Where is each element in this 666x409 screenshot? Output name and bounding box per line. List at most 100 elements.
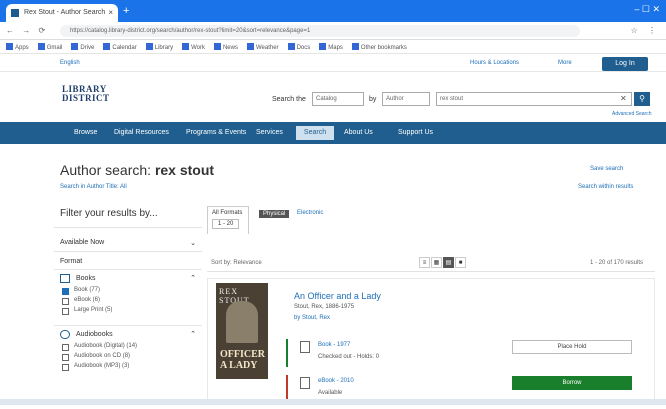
page-title: Author search: rex stout xyxy=(60,162,214,178)
tab-all-label: All Formats xyxy=(212,210,243,216)
bookmark-item[interactable]: Docs xyxy=(287,43,310,51)
search-subtitle[interactable]: Search in Author Title: All xyxy=(60,184,127,190)
hours-link[interactable]: Hours & Locations xyxy=(470,60,519,66)
filter-option[interactable]: Audiobook (MP3) (3) xyxy=(54,363,202,373)
catalog-select[interactable]: Catalog xyxy=(312,92,364,106)
bookmark-item[interactable]: Weather xyxy=(246,43,279,51)
tab-close-icon[interactable]: × xyxy=(108,8,113,17)
tab-physical[interactable]: Physical xyxy=(259,210,290,218)
login-button[interactable]: Log In xyxy=(602,57,648,71)
language-link[interactable]: English xyxy=(60,60,80,66)
search-type-select[interactable]: Author xyxy=(382,92,430,106)
save-search-link[interactable]: Save search xyxy=(590,166,623,172)
cover-title-line-2: A LADY xyxy=(220,360,258,371)
compact-view-icon[interactable]: ■ xyxy=(455,257,466,268)
filter-option[interactable]: eBook (6) xyxy=(54,297,202,307)
place-hold-button[interactable]: Place Hold xyxy=(512,340,632,354)
bookmarks-bar: Apps Gmail Drive Calendar Library Work News Wea… xyxy=(0,40,666,54)
advanced-search-link[interactable]: Advanced Search xyxy=(612,111,651,117)
bookmark-item[interactable]: Gmail xyxy=(37,43,62,51)
bookmark-icon xyxy=(6,43,13,50)
option-label: Audiobook (MP3) (3) xyxy=(74,363,130,369)
format-label[interactable]: Book - 1977 xyxy=(318,342,350,348)
search-result-item: REX STOUT OFFICER A LADY An Officer and … xyxy=(207,278,655,405)
format-status: Available xyxy=(318,390,343,396)
grid-view-icon[interactable]: ▦ xyxy=(431,257,442,268)
bookmark-icon xyxy=(213,43,221,50)
nav-item-about[interactable]: About Us xyxy=(344,129,373,136)
checkbox[interactable] xyxy=(62,354,69,361)
checkbox[interactable] xyxy=(62,298,69,305)
nav-item-services[interactable]: Services xyxy=(256,129,283,136)
window-controls[interactable]: – ☐ ✕ xyxy=(634,4,660,15)
borrow-button[interactable]: Borrow xyxy=(512,376,632,390)
list-view-icon[interactable]: ≡ xyxy=(419,257,430,268)
sort-select[interactable]: Sort by: Relevance xyxy=(211,260,262,266)
checkbox[interactable] xyxy=(62,364,69,371)
checkbox[interactable] xyxy=(62,288,69,295)
filter-option[interactable]: Audiobook (Digital) (14) xyxy=(54,343,202,353)
bookmark-icon xyxy=(37,43,45,50)
nav-item-browse[interactable]: Browse xyxy=(74,129,97,136)
option-label: eBook (6) xyxy=(74,297,101,303)
bookmark-item[interactable]: Apps xyxy=(6,43,29,51)
nav-item-search[interactable]: Search xyxy=(296,126,334,140)
pagination[interactable]: 1 - 20 of 170 results xyxy=(590,260,643,266)
filter-option[interactable]: Book (77) xyxy=(54,287,202,297)
bookmark-item[interactable]: Library xyxy=(145,43,173,51)
result-author[interactable]: Stout, Rex, 1886-1975 xyxy=(294,304,354,310)
nav-item-digital[interactable]: Digital Resources xyxy=(114,129,169,136)
available-filter[interactable]: Available Now ⌄ xyxy=(54,236,202,252)
cover-figure xyxy=(226,301,258,343)
bookmark-item[interactable]: News xyxy=(213,43,238,51)
bookmark-item[interactable]: Other bookmarks xyxy=(351,43,407,51)
browser-tab-strip: Rex Stout - Author Search × + – ☐ ✕ xyxy=(0,0,666,22)
library-logo[interactable]: LIBRARY DISTRICT xyxy=(62,85,122,111)
format-group-books[interactable]: Books ⌃ xyxy=(54,269,202,287)
format-group-audiobooks[interactable]: Audiobooks ⌃ xyxy=(54,325,202,343)
nav-item-programs[interactable]: Programs & Events xyxy=(186,129,246,136)
bookmark-icon xyxy=(145,43,153,50)
view-toggle: ≡ ▦ ▤ ■ xyxy=(419,257,467,268)
logo-line-2: DISTRICT xyxy=(62,93,110,103)
cover-title-line-1: OFFICER xyxy=(220,349,265,360)
bookmark-item[interactable]: Maps xyxy=(319,43,343,51)
tab-all-formats[interactable]: All Formats 1 - 20 xyxy=(207,206,249,234)
filter-option[interactable]: Audiobook on CD (8) xyxy=(54,353,202,363)
bookmark-icon xyxy=(319,43,327,50)
result-title[interactable]: An Officer and a Lady xyxy=(294,291,381,301)
result-series-link[interactable]: by Stout, Rex xyxy=(294,315,330,321)
search-label: Search the xyxy=(272,96,306,103)
group-label: Audiobooks xyxy=(76,331,113,338)
browser-tab[interactable]: Rex Stout - Author Search × xyxy=(6,4,118,22)
checkbox[interactable] xyxy=(62,308,69,315)
availability-bar xyxy=(286,339,288,367)
more-link[interactable]: More xyxy=(558,60,572,66)
format-status: Checked out - Holds: 0 xyxy=(318,354,380,360)
tab-title: Rex Stout - Author Search xyxy=(24,9,106,16)
tab-electronic[interactable]: Electronic xyxy=(297,210,323,216)
option-label: Large Print (5) xyxy=(74,307,113,313)
format-label[interactable]: eBook - 2010 xyxy=(318,378,354,384)
search-within-link[interactable]: Search within results xyxy=(578,184,633,190)
bookmark-item[interactable]: Work xyxy=(182,43,205,51)
status-bar xyxy=(0,399,666,405)
nav-buttons-icon[interactable]: ← → ⟳ xyxy=(6,26,48,35)
nav-item-support[interactable]: Support Us xyxy=(398,129,433,136)
filter-option[interactable]: Large Print (5) xyxy=(54,307,202,317)
book-cover[interactable]: REX STOUT OFFICER A LADY xyxy=(216,283,268,379)
checkbox[interactable] xyxy=(62,344,69,351)
extension-icons[interactable]: ☆ ⋮ xyxy=(631,26,660,35)
search-input[interactable]: rex stout xyxy=(436,92,632,106)
chevron-down-icon: ⌄ xyxy=(190,240,196,247)
new-tab-icon[interactable]: + xyxy=(123,5,129,17)
table-view-icon[interactable]: ▤ xyxy=(443,257,454,268)
headphones-icon xyxy=(60,330,70,339)
search-button[interactable]: ⚲ xyxy=(634,92,650,106)
bookmark-item[interactable]: Drive xyxy=(71,43,94,51)
ebook-format-icon xyxy=(300,377,310,389)
bookmark-icon xyxy=(182,43,190,50)
bookmark-item[interactable]: Calendar xyxy=(103,43,137,51)
clear-search-icon[interactable]: ✕ xyxy=(620,94,627,103)
url-field[interactable]: https://catalog.library-district.org/sea… xyxy=(60,25,580,37)
